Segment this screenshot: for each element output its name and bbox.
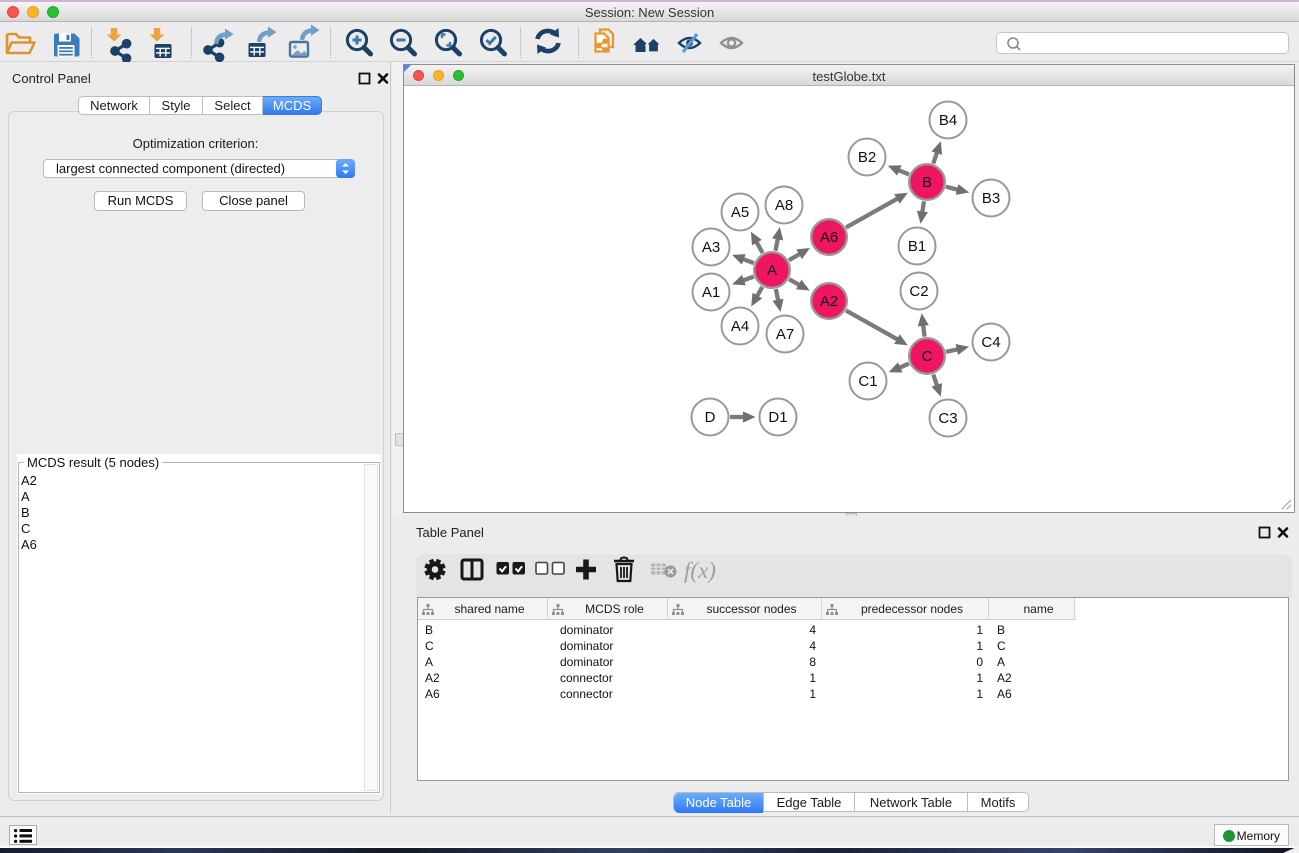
svg-text:C2: C2 (909, 283, 928, 300)
svg-text:B2: B2 (858, 149, 876, 166)
svg-text:A3: A3 (702, 239, 720, 256)
svg-text:B: B (922, 174, 932, 191)
svg-text:A1: A1 (702, 284, 720, 301)
svg-text:B1: B1 (908, 238, 926, 255)
svg-text:A7: A7 (776, 326, 794, 343)
svg-text:D: D (705, 409, 716, 426)
svg-text:A: A (767, 262, 777, 279)
svg-text:A4: A4 (731, 318, 749, 335)
svg-text:B3: B3 (982, 190, 1000, 207)
svg-text:C: C (922, 348, 933, 365)
svg-text:B4: B4 (939, 112, 957, 129)
svg-text:A6: A6 (820, 229, 838, 246)
svg-text:A8: A8 (775, 197, 793, 214)
svg-text:A5: A5 (731, 204, 749, 221)
svg-text:C1: C1 (858, 373, 877, 390)
svg-text:C4: C4 (981, 334, 1000, 351)
svg-text:A2: A2 (820, 293, 838, 310)
svg-text:C3: C3 (938, 410, 957, 427)
svg-text:D1: D1 (768, 409, 787, 426)
